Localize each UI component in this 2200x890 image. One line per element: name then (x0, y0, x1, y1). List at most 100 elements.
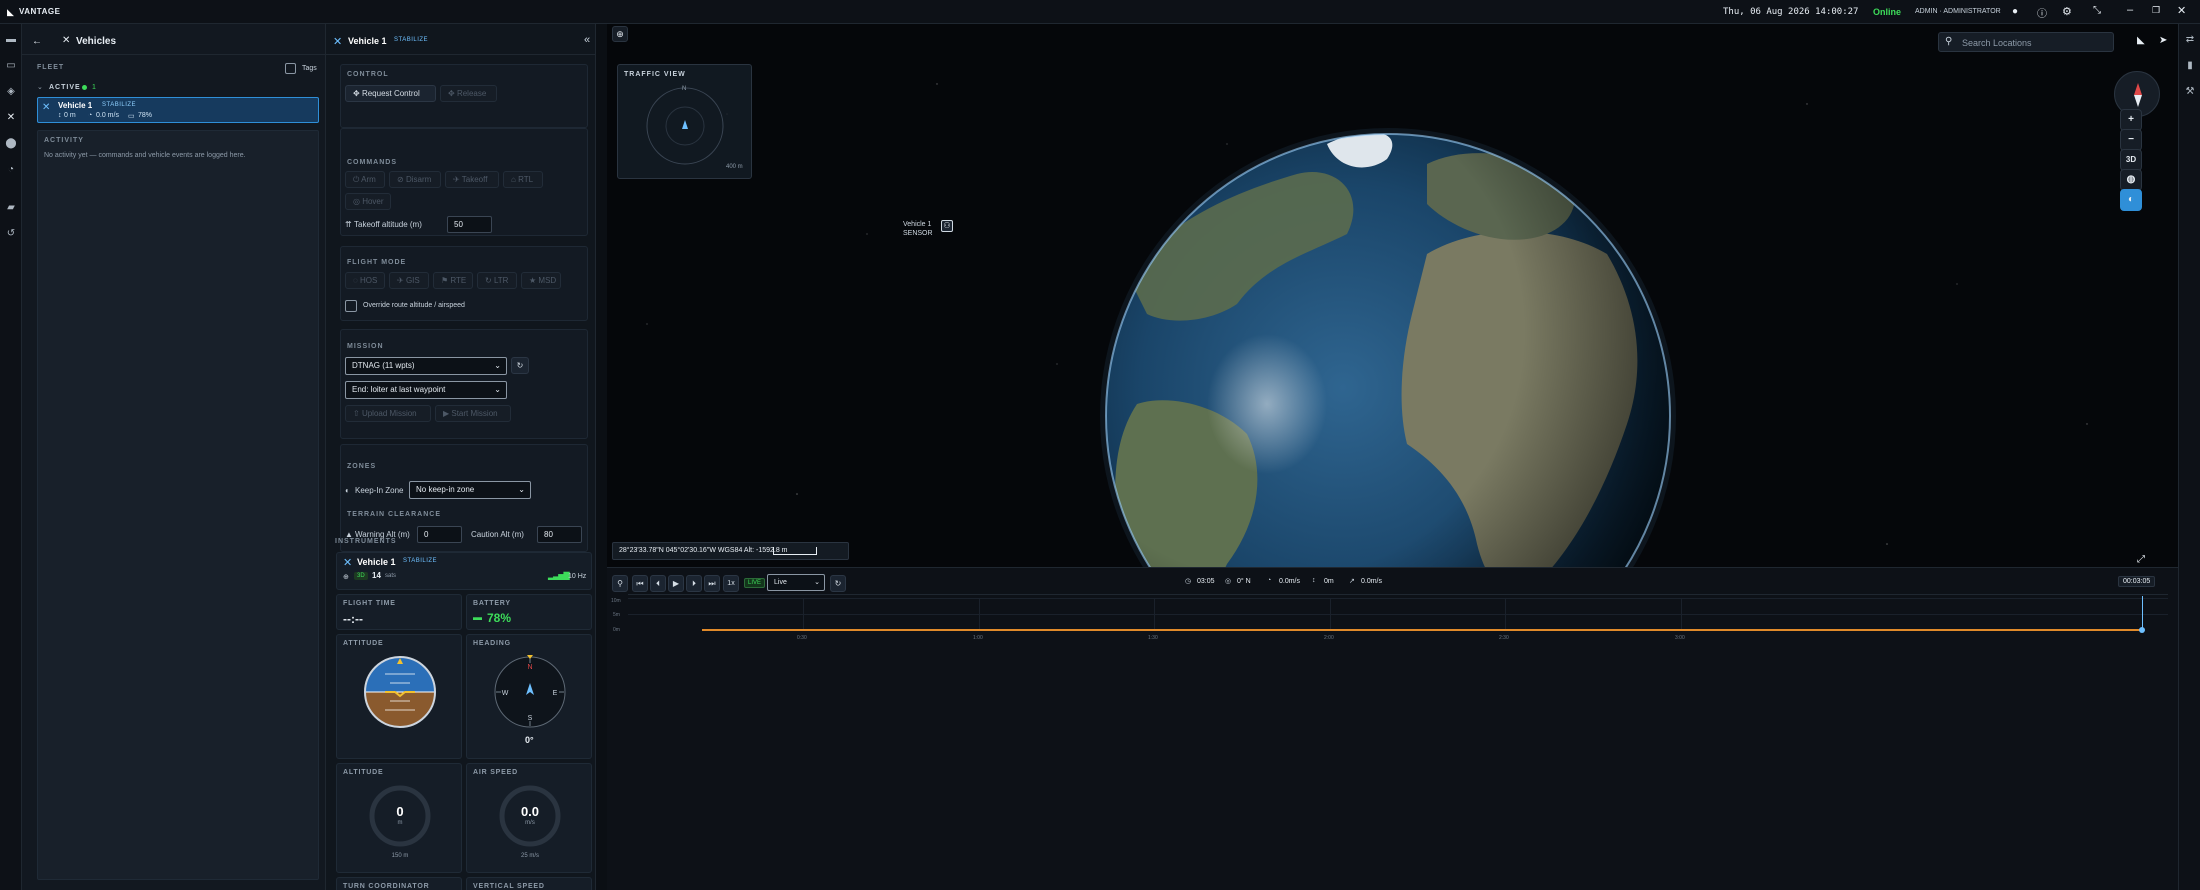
map-view[interactable]: ⊕ TRAFFIC VIEW N 400 m ⚇ Vehicle 1 SENSO… (607, 24, 2178, 890)
skip-end-icon[interactable]: ⏭ (704, 575, 720, 592)
mission-select-value: DTNAG (11 wpts) (352, 361, 415, 370)
stat-speed: 0.0m/s (1279, 578, 1301, 585)
mission-select[interactable]: DTNAG (11 wpts) ⌄ (345, 357, 507, 375)
collapse-icon[interactable]: « (584, 34, 590, 46)
recordings-icon[interactable]: ▰ (5, 202, 17, 214)
x-tick: 2:30 (1499, 635, 1509, 641)
mode-gis-label: GIS (405, 276, 420, 285)
airspeed-card: AIR SPEED 0.0 m/s 25 m/s (466, 763, 592, 873)
rtl-button[interactable]: ⌂ RTL (503, 171, 543, 188)
zoom-out-button[interactable]: − (2120, 129, 2142, 151)
coordinates-text: 28°23'33.78"N 045°02'30.16"W WGS84 Alt: … (619, 547, 788, 554)
sensor-icon[interactable]: ⇄ (2184, 34, 2196, 46)
drone-icon[interactable]: ✕ (5, 112, 17, 124)
svg-text:S: S (528, 715, 533, 722)
mission-label: MISSION (347, 343, 384, 350)
vehicle-list-item[interactable]: ✕ Vehicle 1 STABILIZE ↕ 0 m ◔ 0.0 m/s ▭ … (37, 97, 319, 123)
takeoff-button[interactable]: ✈ Takeoff (445, 171, 499, 188)
fullscreen-icon[interactable]: ⤢ (2137, 554, 2145, 565)
app-name: VANTAGE (19, 7, 61, 16)
zoom-in-button[interactable]: + (2120, 109, 2142, 131)
mode-rte-button[interactable]: ⚑ RTE (433, 272, 473, 289)
video-icon[interactable]: ▭ (5, 60, 17, 72)
caution-alt-input[interactable]: 80 (537, 526, 582, 543)
speed-button[interactable]: 1x (723, 575, 739, 592)
playhead-handle[interactable] (2139, 627, 2145, 633)
map-pin-icon[interactable]: ⬤ (5, 138, 17, 150)
y-tick-10: 10m (611, 598, 621, 604)
search-box[interactable]: ⚲ Search Locations (1938, 32, 2114, 52)
keep-in-select[interactable]: No keep-in zone ⌄ (409, 481, 531, 499)
refresh-mission-button[interactable]: ↻ (511, 357, 529, 374)
warning-alt-input[interactable]: 0 (417, 526, 462, 543)
drone-path-icon[interactable]: ⚲ (612, 575, 628, 592)
gear-icon[interactable]: ⚙ (2062, 5, 2072, 18)
override-checkbox[interactable] (345, 300, 357, 312)
mode-msd-button[interactable]: ★ MSD (521, 272, 561, 289)
play-icon[interactable]: ▶ (668, 575, 684, 592)
mode-gis-button[interactable]: ✈ GIS (389, 272, 429, 289)
step-forward-icon[interactable]: ⏵ (686, 575, 702, 592)
caution-alt-label: Caution Alt (m) (471, 530, 524, 539)
globe-icon[interactable]: ◍ (2120, 169, 2142, 191)
control-vehicle-name: Vehicle 1 (348, 36, 387, 46)
tags-label: Tags (302, 65, 317, 72)
mode-ltr-button[interactable]: ↻ LTR (477, 272, 517, 289)
step-back-icon[interactable]: ⏴ (650, 575, 666, 592)
elapsed-time: 00:03:05 (2118, 576, 2156, 587)
chevron-down-icon[interactable]: ⌄ (37, 83, 43, 91)
locate-icon[interactable]: ➤ (2159, 35, 2167, 46)
release-button[interactable]: ✥ Release (440, 85, 497, 102)
drone-icon: ✕ (42, 102, 51, 113)
takeoff-altitude-input[interactable]: 50 (447, 216, 492, 233)
live-select[interactable]: Live ⌄ (767, 574, 825, 591)
upload-mission-label: Upload Mission (361, 409, 417, 418)
wrench-icon[interactable]: ⚒ (2184, 86, 2196, 98)
upload-mission-button[interactable]: ⇧ Upload Mission (345, 405, 431, 422)
satellite-icon: ⊕ (343, 574, 349, 581)
3d-toggle-button[interactable]: 3D (2120, 149, 2142, 171)
keep-in-value: No keep-in zone (416, 485, 475, 494)
hover-button[interactable]: ◎ Hover (345, 193, 391, 210)
flight-time-value: --:-- (343, 612, 363, 626)
minimize-icon[interactable]: – (2127, 4, 2133, 16)
x-tick: 3:00 (1675, 635, 1685, 641)
mode-ltr-label: LTR (493, 276, 509, 285)
mission-end-select[interactable]: End: loiter at last waypoint ⌄ (345, 381, 507, 399)
vehicles-icon[interactable]: ▬ (5, 34, 17, 46)
user-label: ADMIN · ADMINISTRATOR (1915, 8, 2001, 15)
close-icon[interactable]: ✕ (2177, 4, 2186, 17)
tags-checkbox[interactable] (285, 63, 296, 74)
maximize-icon[interactable]: ❐ (2152, 5, 2160, 16)
rtl-label: RTL (518, 175, 534, 184)
control-vehicle-mode: STABILIZE (394, 37, 429, 43)
request-control-button[interactable]: ✥ Request Control (345, 85, 436, 102)
tools-icon[interactable]: ⤡ (2093, 5, 2101, 16)
theme-toggle-icon[interactable]: ◐ (2120, 189, 2142, 211)
disarm-button[interactable]: ⊘ Disarm (389, 171, 441, 188)
measure-icon[interactable]: ◣ (2137, 35, 2145, 46)
mode-hos-button[interactable]: ◌ HOS (345, 272, 385, 289)
panel-icon[interactable]: ▮ (2184, 60, 2196, 72)
back-icon[interactable]: ← (32, 36, 42, 47)
history-icon[interactable]: ↺ (5, 228, 17, 240)
altitude-icon: ↕ (58, 112, 62, 119)
telemetry-rate: 10 Hz (568, 573, 587, 580)
gauge-icon[interactable]: ◔ (5, 164, 17, 176)
user-icon[interactable]: ● (2012, 6, 2018, 17)
arm-button[interactable]: ⏻ Arm (345, 171, 385, 188)
hover-label: Hover (362, 197, 384, 206)
crosshair-icon[interactable]: ⊕ (612, 26, 628, 42)
info-icon[interactable]: ⓘ (2037, 5, 2047, 20)
refresh-icon[interactable]: ↻ (830, 575, 846, 592)
altitude-label: ALTITUDE (343, 769, 384, 776)
skip-start-icon[interactable]: ⏮ (632, 575, 648, 592)
control-section: CONTROL ✥ Request Control ✥ Release (340, 64, 588, 128)
x-tick: 0:30 (797, 635, 807, 641)
battery-icon: ▬ (473, 612, 482, 622)
vehicle-map-marker[interactable]: ⚇ (941, 220, 953, 232)
heading-card: HEADING N S W E 0° (466, 634, 592, 759)
layers-icon[interactable]: ◈ (5, 86, 17, 98)
start-mission-button[interactable]: ▶ Start Mission (435, 405, 511, 422)
search-input[interactable]: Search Locations (1962, 38, 2032, 48)
